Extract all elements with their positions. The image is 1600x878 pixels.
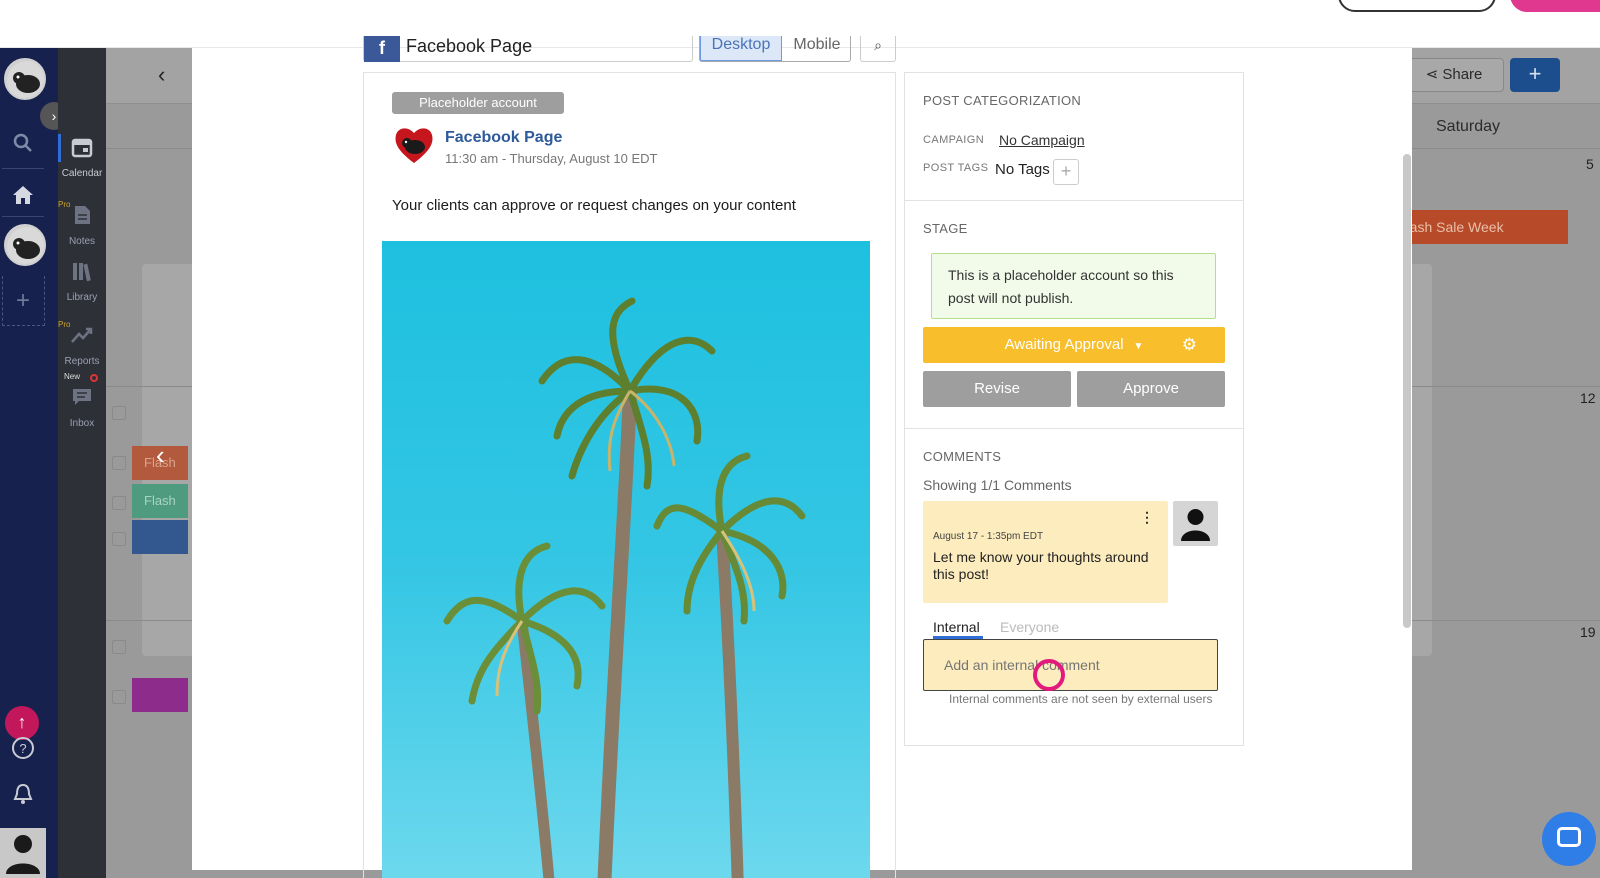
user-profile-icon[interactable]: [0, 828, 46, 878]
account-avatar[interactable]: [4, 224, 46, 266]
search-icon: ⌕: [874, 37, 882, 53]
post-details-panel: POST CATEGORIZATION CAMPAIGN No Campaign…: [904, 72, 1244, 746]
share-icon: ⋖: [1425, 66, 1443, 83]
nav-library[interactable]: Library: [58, 260, 106, 303]
comment-body: Let me know your thoughts around this po…: [933, 549, 1149, 582]
post-tags-value: No Tags: [995, 161, 1050, 178]
upload-button[interactable]: ↑: [5, 706, 39, 740]
approve-button[interactable]: Approve: [1077, 371, 1225, 407]
internal-comment-input[interactable]: [923, 639, 1218, 691]
workspace-avatar[interactable]: [4, 58, 46, 100]
revise-button[interactable]: Revise: [923, 371, 1071, 407]
help-icon[interactable]: ?: [10, 736, 36, 762]
post-image-palm-trees: [382, 241, 870, 878]
tab-internal[interactable]: Internal: [933, 619, 980, 635]
categorization-section: POST CATEGORIZATION CAMPAIGN No Campaign…: [905, 73, 1243, 201]
notes-icon: [58, 204, 106, 232]
post-time: 11:30 am - Thursday, August 10 EDT: [445, 151, 658, 166]
home-icon[interactable]: [10, 184, 36, 210]
post-text: Your clients can approve or request chan…: [392, 197, 796, 214]
account-selector[interactable]: f Facebook Page: [363, 36, 693, 62]
add-post-button[interactable]: +: [1510, 58, 1560, 92]
prev-arrow-icon[interactable]: ‹: [156, 440, 165, 471]
stage-section: STAGE This is a placeholder account so t…: [905, 201, 1243, 429]
caret-down-icon: ▼: [1133, 341, 1144, 352]
commenter-avatar: [1173, 501, 1218, 546]
add-tag-button[interactable]: +: [1053, 159, 1079, 185]
chat-support-button[interactable]: [1542, 812, 1596, 866]
facebook-icon: f: [364, 36, 400, 62]
add-account-icon[interactable]: +: [10, 288, 36, 314]
comments-section: COMMENTS Showing 1/1 Comments ⋮ August 1…: [905, 429, 1243, 745]
section-title: COMMENTS: [923, 449, 1002, 464]
section-title: STAGE: [923, 221, 968, 236]
sub-navigation: Calendar Pro Notes Library Pro Reports N…: [58, 48, 106, 878]
flash-sale-event[interactable]: Flash Sale Week: [1386, 210, 1568, 244]
comments-count: Showing 1/1 Comments: [923, 477, 1072, 493]
search-button[interactable]: ⌕: [860, 36, 896, 62]
placeholder-notice: This is a placeholder account so this po…: [931, 253, 1216, 319]
left-rail: › + ↑ ?: [0, 48, 68, 878]
top-outline-button[interactable]: [1338, 0, 1496, 12]
more-options-icon[interactable]: ⋮: [1140, 509, 1154, 526]
reports-icon: [58, 324, 106, 352]
nav-inbox[interactable]: Inbox: [58, 386, 106, 429]
event-stub[interactable]: Flash S: [132, 484, 188, 542]
calendar-icon: [58, 136, 106, 164]
placeholder-badge: Placeholder account: [392, 92, 564, 114]
chat-icon: [1557, 827, 1581, 847]
bell-icon[interactable]: [10, 782, 36, 808]
page-name[interactable]: Facebook Page: [445, 129, 562, 147]
mobile-view-button[interactable]: Mobile: [784, 36, 850, 61]
share-button[interactable]: ⋖ Share: [1404, 58, 1504, 92]
nav-calendar[interactable]: Calendar: [58, 136, 106, 179]
section-title: POST CATEGORIZATION: [923, 93, 1082, 108]
svg-text:?: ?: [19, 741, 26, 756]
new-indicator-dot: [90, 374, 98, 382]
modal-scrollbar[interactable]: [1403, 154, 1411, 628]
nav-notes[interactable]: Notes: [58, 204, 106, 247]
top-primary-button[interactable]: [1510, 0, 1600, 12]
click-indicator: [1033, 659, 1065, 691]
post-preview: Placeholder account Facebook Page 11:30 …: [363, 72, 896, 878]
post-tags-label: POST TAGS: [923, 162, 989, 174]
back-icon[interactable]: ‹: [158, 62, 165, 88]
campaign-link[interactable]: No Campaign: [999, 132, 1085, 148]
library-icon: [58, 260, 106, 288]
inbox-icon: [58, 386, 106, 414]
facebook-event-stub[interactable]: [132, 520, 188, 554]
page-avatar: [392, 123, 436, 167]
saturday-header: Saturday: [1436, 118, 1501, 135]
desktop-view-button[interactable]: Desktop: [700, 36, 782, 61]
internal-comment-note: Internal comments are not seen by extern…: [949, 692, 1213, 706]
gear-icon[interactable]: ⚙: [1182, 327, 1197, 363]
comment-date: August 17 - 1:35pm EDT: [933, 531, 1044, 542]
approval-status-dropdown[interactable]: Awaiting Approval ▼ ⚙: [923, 327, 1225, 363]
comment-card: ⋮ August 17 - 1:35pm EDT Let me know you…: [923, 501, 1168, 603]
view-toggle: Desktop Mobile: [699, 36, 851, 62]
instagram-event-stub[interactable]: [132, 678, 188, 712]
campaign-label: CAMPAIGN: [923, 134, 985, 146]
tab-everyone[interactable]: Everyone: [1000, 619, 1059, 635]
nav-reports[interactable]: Reports: [58, 324, 106, 367]
search-icon[interactable]: [10, 132, 36, 158]
